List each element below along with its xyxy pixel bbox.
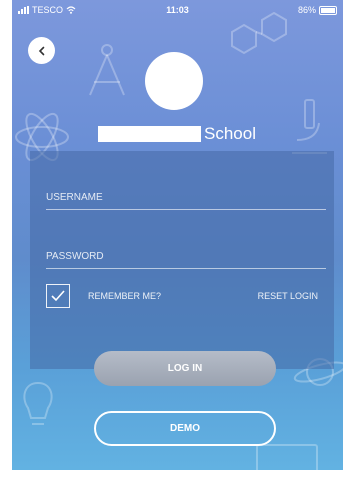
- school-logo: [145, 52, 203, 110]
- status-time: 11:03: [166, 5, 189, 15]
- chevron-left-icon: [38, 46, 44, 55]
- login-panel: REMEMBER ME? RESET LOGIN: [30, 151, 334, 369]
- app-screen: TESCO 11:03 86% School USERNAME REMEMBER…: [12, 0, 343, 470]
- demo-button[interactable]: DEMO: [94, 411, 276, 446]
- battery-icon: [319, 5, 337, 15]
- reset-login-link[interactable]: RESET LOGIN: [258, 291, 318, 301]
- checkmark-icon: [51, 290, 65, 302]
- username-input[interactable]: [46, 185, 326, 210]
- password-input[interactable]: [46, 244, 326, 269]
- status-bar: TESCO 11:03 86%: [12, 0, 343, 20]
- compass-doodle-icon: [89, 44, 125, 96]
- lightbulb-doodle-icon: [23, 381, 53, 425]
- battery-percent: 86%: [297, 5, 316, 15]
- login-button[interactable]: LOG IN: [94, 351, 276, 386]
- molecule-doodle-icon: [231, 12, 287, 55]
- status-right: 86%: [298, 5, 337, 15]
- school-name-redacted: [98, 126, 201, 142]
- school-name: School: [98, 124, 256, 144]
- school-label: School: [204, 124, 256, 143]
- back-button[interactable]: [28, 37, 55, 64]
- remember-me-label: REMEMBER ME?: [88, 291, 162, 301]
- remember-me-checkbox[interactable]: [46, 284, 70, 308]
